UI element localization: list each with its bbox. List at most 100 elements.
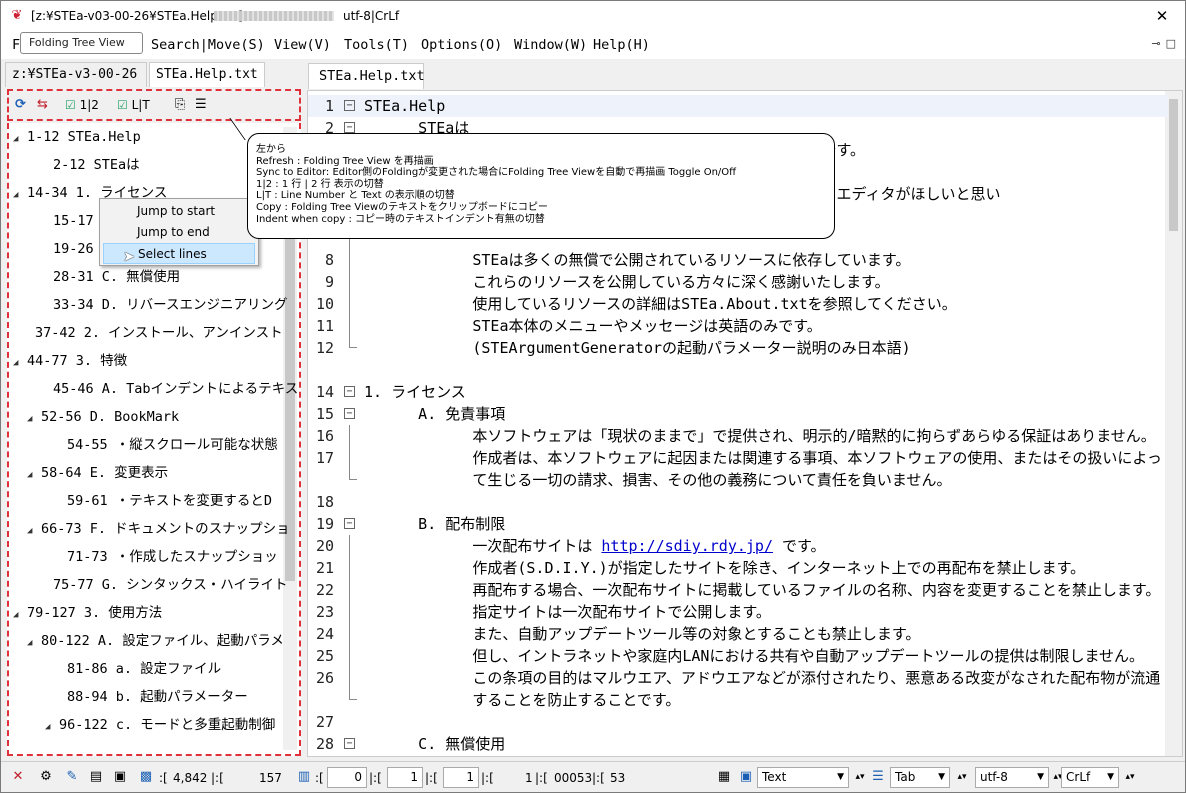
editor-line[interactable]: 15− A. 免責事項 <box>308 403 1168 425</box>
editor-line[interactable]: 11 STEa本体のメニューやメッセージは英語のみです。 <box>308 315 1168 337</box>
tree-item[interactable]: ◢ 1-12 STEa.Help <box>13 127 141 147</box>
menu-window[interactable]: Window(W) <box>514 37 587 53</box>
mode-select[interactable]: Text ▼ <box>757 767 849 788</box>
tree-item[interactable]: 81-86 a. 設定ファイル <box>53 659 221 679</box>
indent-icon[interactable]: ☰ <box>195 96 207 114</box>
indent-select-value: Tab <box>895 770 916 784</box>
tree-item[interactable]: ◢ 96-122 c. モードと多重起動制御 <box>45 715 275 735</box>
editor-line[interactable]: 8 STEaは多くの無償で公開されているリソースに依存しています。 <box>308 249 1168 271</box>
fold-toggle-icon[interactable]: − <box>344 408 355 419</box>
distribution-site-link[interactable]: http://sdiy.rdy.jp/ <box>601 537 773 555</box>
sync-icon[interactable]: ⇆ <box>37 96 48 114</box>
editor-line[interactable]: 28− C. 無償使用 <box>308 733 1168 755</box>
tree-item[interactable]: ◢ 79-127 3. 使用方法 <box>13 603 162 623</box>
encoding-select[interactable]: utf-8 ▼ <box>975 767 1049 788</box>
editor-line[interactable]: 22 再配布する場合、一次配布サイトに掲載しているファイルの名称、内容を変更する… <box>308 579 1168 601</box>
editor-line[interactable]: 21 作成者(S.D.I.Y.)が指定したサイトを除き、インターネット上での再配… <box>308 557 1168 579</box>
pin-icon[interactable]: ⊸□ <box>1151 37 1181 50</box>
menu-tools[interactable]: Tools(T) <box>344 37 409 53</box>
editor-line[interactable]: 18 <box>308 491 1168 513</box>
gear-icon[interactable]: ⚙ <box>37 768 55 786</box>
tree-item[interactable]: 33-34 D. リバースエンジニアリング <box>39 295 287 315</box>
spinner-icon[interactable]: ▴▾ <box>953 768 971 786</box>
spinner-icon[interactable]: ▴▾ <box>851 768 869 786</box>
fold-toggle-icon[interactable]: − <box>344 518 355 529</box>
editor-line[interactable]: 9 これらのリソースを公開している方々に深く感謝いたします。 <box>308 271 1168 293</box>
menu-view[interactable]: View(V) <box>274 37 331 53</box>
tree-item[interactable]: 28-31 C. 無償使用 <box>39 267 180 287</box>
expand-arrow-icon[interactable]: ◢ <box>27 465 41 485</box>
tree-item[interactable]: 2-12 STEaは <box>39 155 140 175</box>
menu-search-move[interactable]: Search|Move(S) <box>151 37 265 53</box>
tree-item[interactable]: 54-55 ・縦スクロール可能な状態 <box>53 435 278 455</box>
spinner-icon[interactable]: ▴▾ <box>1121 768 1139 786</box>
tree-item[interactable]: 45-46 A. Tabインデントによるテキス <box>39 379 298 399</box>
editor-line[interactable]: 14−1. ライセンス <box>308 381 1168 403</box>
fold-toggle-icon[interactable]: − <box>344 122 355 133</box>
editor-line[interactable]: 25 但し、イントラネットや家庭内LANにおける共有や自動アップデートツールの提… <box>308 645 1168 667</box>
fold-toggle-icon[interactable]: − <box>344 738 355 749</box>
editor-line[interactable]: て生じる一切の請求、損害、その他の義務について責任を負いません。 <box>308 469 1168 491</box>
tree-item[interactable]: ◢ 66-73 F. ドキュメントのスナップショ <box>27 519 290 539</box>
fold-guide <box>349 535 350 557</box>
tab-help-file[interactable]: STEa.Help.txt <box>149 62 265 87</box>
close-icon[interactable]: ✕ <box>9 768 27 786</box>
tree-item[interactable]: 37-42 2. インストール、アンインスト <box>21 323 283 343</box>
fold-guide <box>349 601 350 623</box>
editor-line[interactable]: 17 作成者は、本ソフトウェアに起因または関連する事項、本ソフトウェアの使用、ま… <box>308 447 1168 469</box>
expand-arrow-icon[interactable]: ◢ <box>13 605 27 625</box>
fold-toggle-icon[interactable]: − <box>344 386 355 397</box>
expand-arrow-icon[interactable]: ◢ <box>45 717 59 737</box>
editor-line[interactable]: 26 この条項の目的はマルウエア、アドウエアなどが添付されたり、悪意ある改変がな… <box>308 667 1168 689</box>
copy-icon[interactable]: ⎘ <box>175 96 185 114</box>
editor-line[interactable]: 23 指定サイトは一次配布サイトで公開します。 <box>308 601 1168 623</box>
tree-item[interactable]: ◢ 52-56 D. BookMark <box>27 407 179 427</box>
status-sep-1: :[ <box>159 771 168 785</box>
tab-editor-help[interactable]: STEa.Help.txt <box>308 63 425 89</box>
tree-item[interactable]: ◢ 58-64 E. 変更表示 <box>27 463 168 483</box>
close-window-button[interactable]: ✕ <box>1139 1 1185 31</box>
editor-line[interactable]: 24 また、自動アップデートツール等の対象とすることも禁止します。 <box>308 623 1168 645</box>
editor-line[interactable]: 27 <box>308 711 1168 733</box>
terminal-icon[interactable]: ▣ <box>111 768 129 786</box>
expand-arrow-icon[interactable]: ◢ <box>27 633 41 653</box>
editor-line[interactable]: 1− STEa.Help <box>308 95 1168 117</box>
expand-arrow-icon[interactable]: ◢ <box>13 353 27 373</box>
tree-item[interactable]: 88-94 b. 起動パラメーター <box>53 687 248 707</box>
fold-toggle-icon[interactable]: − <box>344 100 355 111</box>
editor-line[interactable]: 20 一次配布サイトは http://sdiy.rdy.jp/ です。 <box>308 535 1168 557</box>
expand-arrow-icon[interactable]: ◢ <box>13 129 27 149</box>
editor-line[interactable]: 10 使用しているリソースの詳細はSTEa.About.txtを参照してください… <box>308 293 1168 315</box>
status-value-2[interactable]: 1 <box>387 767 423 788</box>
pen-icon[interactable]: ✎ <box>63 768 81 786</box>
expand-arrow-icon[interactable]: ◢ <box>13 185 27 205</box>
line-text-toggle[interactable]: ☑ L|T <box>117 96 150 114</box>
status-value-1[interactable]: 0 <box>327 767 367 788</box>
tree-item[interactable]: 75-77 G. シンタックス・ハイライト <box>39 575 287 595</box>
tree-item[interactable]: 59-61 ・テキストを変更するとD <box>53 491 272 511</box>
tree-item[interactable]: ◢ 44-77 3. 特徴 <box>13 351 127 371</box>
editor-line[interactable]: 19− B. 配布制限 <box>308 513 1168 535</box>
expand-arrow-icon[interactable]: ◢ <box>27 409 41 429</box>
notebook-icon[interactable]: ▦ <box>715 768 733 786</box>
menu-file[interactable]: F <box>12 37 20 53</box>
tree-item[interactable]: 71-73 ・作成したスナップショッ <box>53 547 278 567</box>
one-two-toggle[interactable]: ☑ 1|2 <box>65 96 99 114</box>
editor-line[interactable] <box>308 359 1168 381</box>
editor-line[interactable]: 16 本ソフトウェアは「現状のままで」で提供され、明示的/暗黙的に拘らずあらゆる… <box>308 425 1168 447</box>
expand-arrow-icon[interactable]: ◢ <box>27 521 41 541</box>
newline-select[interactable]: CrLf ▼ <box>1061 767 1119 788</box>
tab-folder[interactable]: z:¥STEa-v3-00-26 <box>5 62 147 87</box>
table-icon[interactable]: ▤ <box>87 768 105 786</box>
tree-item[interactable]: ◢ 80-122 A. 設定ファイル、起動パラメ <box>27 631 284 651</box>
menu-options[interactable]: Options(O) <box>421 37 502 53</box>
status-value-3[interactable]: 1 <box>443 767 479 788</box>
editor-line[interactable]: することを防止することです。 <box>308 689 1168 711</box>
refresh-icon[interactable]: ⟳ <box>15 96 26 114</box>
indent-select[interactable]: Tab ▼ <box>890 767 950 788</box>
menu-item-jump-start[interactable]: Jump to start <box>103 201 255 222</box>
menu-item-jump-end[interactable]: Jump to end <box>103 222 255 243</box>
editor-scrollbar-thumb[interactable] <box>1169 99 1178 231</box>
menu-help[interactable]: Help(H) <box>593 37 650 53</box>
editor-line[interactable]: 12 (STEArgumentGeneratorの起動パラメーター説明のみ日本語… <box>308 337 1168 359</box>
